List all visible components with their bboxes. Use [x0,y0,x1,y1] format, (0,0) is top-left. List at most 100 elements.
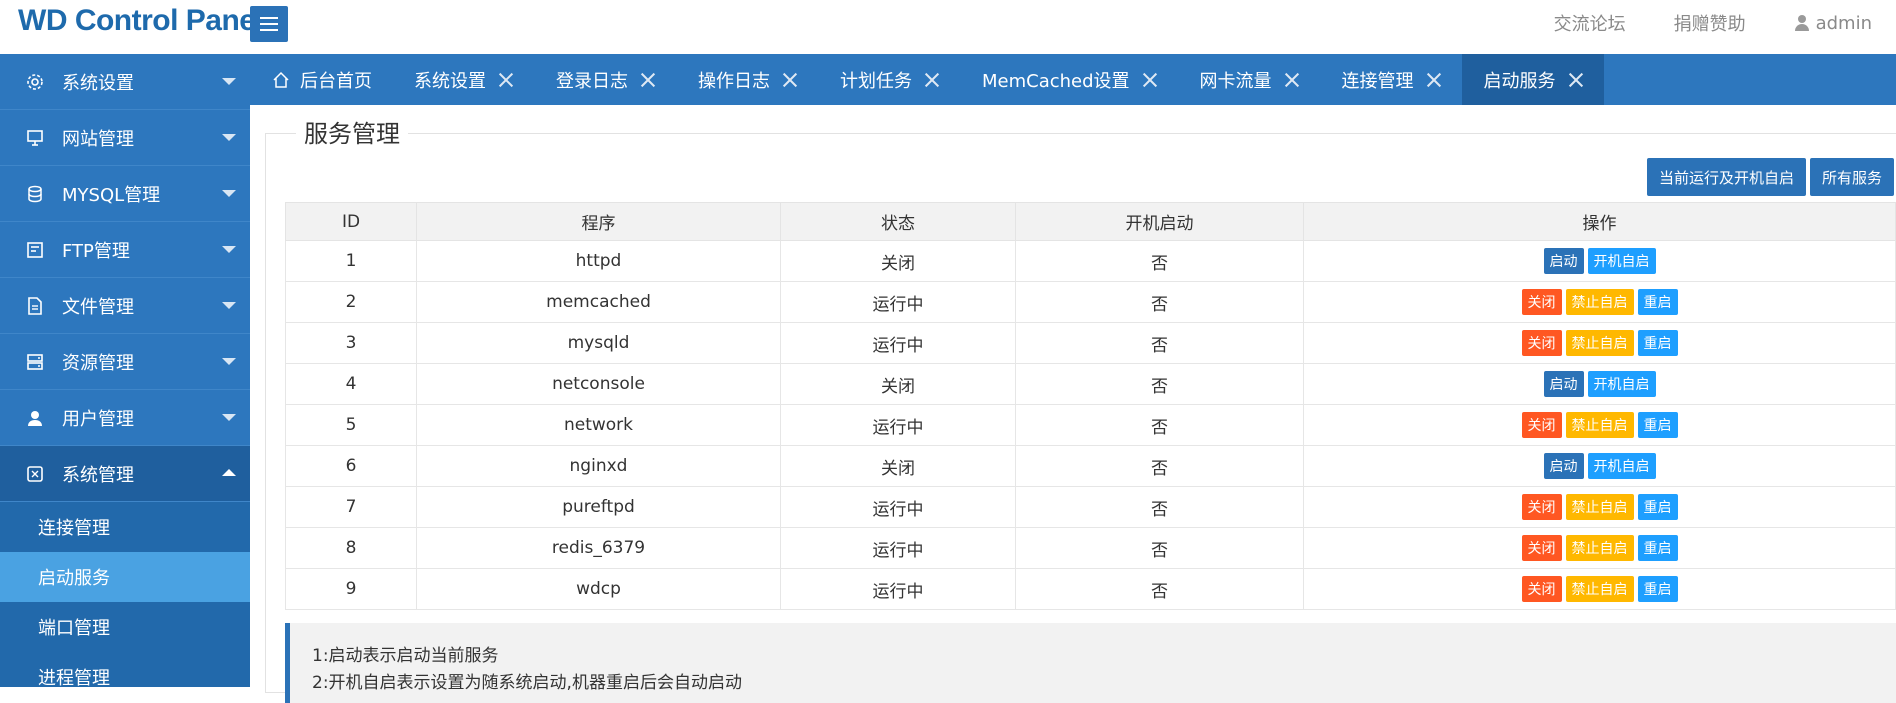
restart-button[interactable]: 重启 [1637,412,1678,438]
sidebar-subitem-startup-services[interactable]: 启动服务 [0,552,250,602]
caret-down-icon [222,190,236,197]
cell-boot: 否 [1015,527,1304,569]
user-icon [26,409,44,427]
caret-down-icon [222,302,236,309]
cell-boot: 否 [1015,404,1304,446]
restart-button[interactable]: 重启 [1637,535,1678,561]
filter-buttons: 当前运行及开机自启 所有服务 [1643,158,1894,196]
disable-boot-button[interactable]: 禁止自启 [1565,412,1634,438]
stop-button[interactable]: 关闭 [1521,535,1562,561]
cell-id: 5 [285,404,417,446]
close-icon[interactable] [498,72,514,88]
close-icon[interactable] [640,72,656,88]
action-group: 启动 开机自启 [1304,371,1895,397]
sidebar-item-resources[interactable]: 资源管理 [0,334,250,390]
stop-button[interactable]: 关闭 [1521,289,1562,315]
file-icon [26,296,44,315]
cell-actions: 关闭 禁止自启 重启 [1303,322,1896,364]
monitor-icon [26,129,44,147]
disable-boot-button[interactable]: 禁止自启 [1565,494,1634,520]
tab-startup-services[interactable]: 启动服务 [1461,54,1604,105]
gear-icon [26,73,44,91]
restart-button[interactable]: 重启 [1637,576,1678,602]
caret-down-icon [222,246,236,253]
forum-link[interactable]: 交流论坛 [1554,10,1626,36]
tab-scheduled-tasks[interactable]: 计划任务 [818,54,960,105]
action-group: 关闭 禁止自启 重启 [1304,289,1895,315]
sidebar-item-label: 资源管理 [62,352,134,374]
close-icon[interactable] [1426,72,1442,88]
restart-button[interactable]: 重启 [1637,289,1678,315]
sidebar-item-files[interactable]: 文件管理 [0,278,250,334]
close-icon[interactable] [1142,72,1158,88]
sidebar-item-mysql[interactable]: MYSQL管理 [0,166,250,222]
sidebar-subitem-processes[interactable]: 进程管理 [0,652,250,687]
page-title: 服务管理 [296,114,408,149]
disable-boot-button[interactable]: 禁止自启 [1565,576,1634,602]
cell-status: 运行中 [780,527,1016,569]
cell-status: 关闭 [780,445,1016,487]
enable-boot-button[interactable]: 开机自启 [1587,248,1656,274]
caret-down-icon [222,358,236,365]
tab-memcached-settings[interactable]: MemCached设置 [960,54,1178,105]
sidebar-item-websites[interactable]: 网站管理 [0,110,250,166]
running-and-boot-button[interactable]: 当前运行及开机自启 [1646,158,1806,196]
close-icon[interactable] [1568,72,1584,88]
cell-actions: 关闭 禁止自启 重启 [1303,568,1896,610]
sidebar-item-users[interactable]: 用户管理 [0,390,250,446]
close-icon[interactable] [924,72,940,88]
cell-program: redis_6379 [416,527,781,569]
disable-boot-button[interactable]: 禁止自启 [1565,330,1634,356]
tab-system-settings[interactable]: 系统设置 [392,54,534,105]
sidebar-subitem-connections[interactable]: 连接管理 [0,502,250,552]
sidebar-item-label: 系统管理 [62,464,134,486]
restart-button[interactable]: 重启 [1637,494,1678,520]
sidebar-item-system-settings[interactable]: 系统设置 [0,54,250,110]
app-logo[interactable]: WD Control Panel [18,4,264,38]
sidebar-subitem-ports[interactable]: 端口管理 [0,602,250,652]
close-icon[interactable] [782,72,798,88]
sidebar-item-system-management[interactable]: 系统管理 [0,446,250,502]
cell-actions: 关闭 禁止自启 重启 [1303,527,1896,569]
tab-operation-log[interactable]: 操作日志 [676,54,818,105]
start-button[interactable]: 启动 [1543,371,1584,397]
start-button[interactable]: 启动 [1543,248,1584,274]
tab-label: 连接管理 [1341,70,1414,92]
close-icon[interactable] [1284,72,1300,88]
all-services-button[interactable]: 所有服务 [1809,158,1894,196]
disable-boot-button[interactable]: 禁止自启 [1565,289,1634,315]
user-name: admin [1815,12,1872,34]
enable-boot-button[interactable]: 开机自启 [1587,453,1656,479]
cell-id: 6 [285,445,417,487]
home-icon [273,71,289,88]
user-menu[interactable]: admin [1794,13,1872,34]
stop-button[interactable]: 关闭 [1521,576,1562,602]
cell-program: memcached [416,281,781,323]
sidebar-item-ftp[interactable]: FTP管理 [0,222,250,278]
table-row: 4 netconsole 关闭否启动 开机自启 [285,363,1896,405]
hamburger-icon-line [260,29,278,31]
tab-connections[interactable]: 连接管理 [1320,54,1462,105]
start-button[interactable]: 启动 [1543,453,1584,479]
donate-link[interactable]: 捐赠赞助 [1674,10,1746,36]
hamburger-icon [260,17,278,19]
cell-actions: 关闭 禁止自启 重启 [1303,281,1896,323]
table-row: 6 nginxd 关闭否启动 开机自启 [285,445,1896,487]
tab-bar: 后台首页 系统设置 登录日志 操作日志 计划任务 MemCached设置 网卡流… [250,54,1896,105]
tab-network-traffic[interactable]: 网卡流量 [1178,54,1320,105]
cell-actions: 启动 开机自启 [1303,445,1896,487]
tab-login-log[interactable]: 登录日志 [534,54,676,105]
stop-button[interactable]: 关闭 [1521,330,1562,356]
tab-home[interactable]: 后台首页 [250,54,392,105]
restart-button[interactable]: 重启 [1637,330,1678,356]
stop-button[interactable]: 关闭 [1521,412,1562,438]
cell-status: 关闭 [780,363,1016,405]
system-icon [26,465,44,483]
enable-boot-button[interactable]: 开机自启 [1587,371,1656,397]
disable-boot-button[interactable]: 禁止自启 [1565,535,1634,561]
cell-id: 7 [285,486,417,528]
column-header-program: 程序 [416,202,781,241]
menu-toggle-button[interactable] [250,6,288,42]
sidebar-item-label: 用户管理 [62,408,134,430]
stop-button[interactable]: 关闭 [1521,494,1562,520]
